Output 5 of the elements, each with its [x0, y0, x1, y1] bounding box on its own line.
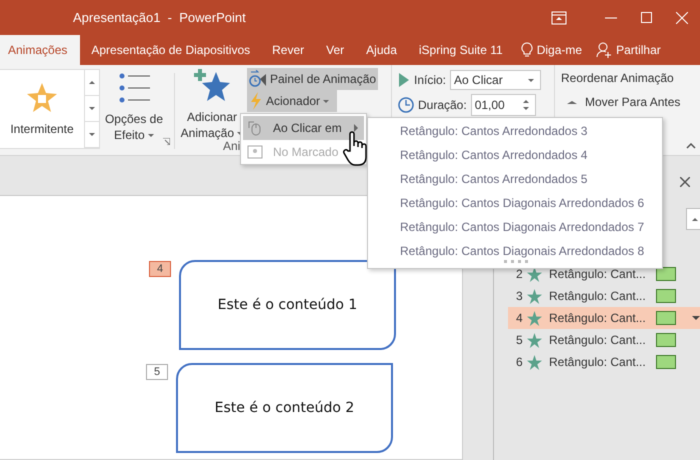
window-title: Apresentação1 - PowerPoint — [73, 10, 246, 25]
group-label: Ani — [223, 139, 240, 153]
reorder-title: Reordenar Animação — [561, 71, 675, 85]
start-label: Início: — [414, 73, 446, 87]
duration-label: Duração: — [418, 98, 467, 112]
